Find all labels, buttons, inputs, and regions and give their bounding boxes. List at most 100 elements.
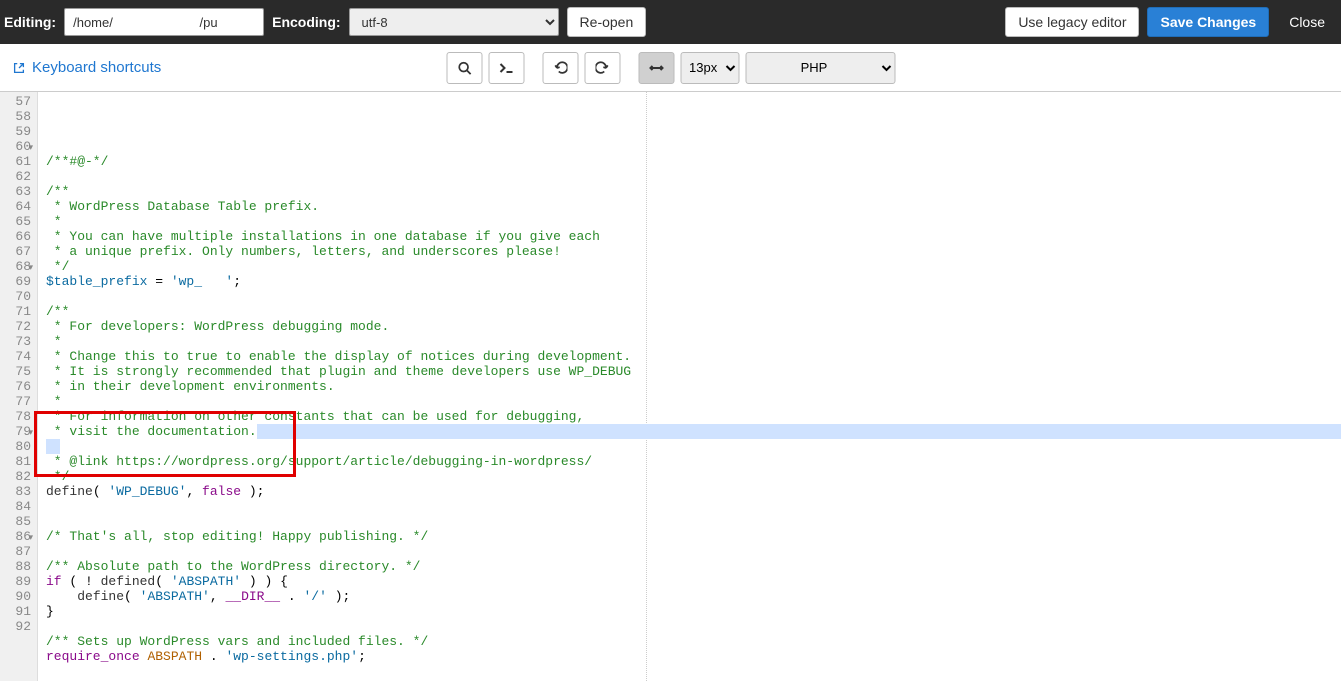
- line-number: 80: [6, 439, 31, 454]
- line-number: 78: [6, 409, 31, 424]
- line-number: 85: [6, 514, 31, 529]
- redo-button[interactable]: [584, 52, 620, 84]
- code-line[interactable]: $table_prefix = 'wp_ ';: [46, 274, 1341, 289]
- code-line[interactable]: * @link https://wordpress.org/support/ar…: [46, 454, 1341, 469]
- line-number: 59: [6, 124, 31, 139]
- undo-icon: [553, 61, 567, 75]
- terminal-button[interactable]: [488, 52, 524, 84]
- line-gutter: 57585960▾6162636465666768▾69707172737475…: [0, 92, 38, 681]
- line-number: 67: [6, 244, 31, 259]
- legacy-editor-button[interactable]: Use legacy editor: [1005, 7, 1139, 37]
- code-line[interactable]: [46, 289, 1341, 304]
- redo-icon: [595, 61, 609, 75]
- line-number: 69: [6, 274, 31, 289]
- line-number: 88: [6, 559, 31, 574]
- editor-tools: 13px PHP: [446, 52, 895, 84]
- print-margin: [646, 92, 647, 681]
- line-number: 72: [6, 319, 31, 334]
- line-number: 61: [6, 154, 31, 169]
- code-line[interactable]: /* That's all, stop editing! Happy publi…: [46, 529, 1341, 544]
- code-line[interactable]: require_once ABSPATH . 'wp-settings.php'…: [46, 649, 1341, 664]
- code-line[interactable]: */: [46, 259, 1341, 274]
- code-line[interactable]: [46, 514, 1341, 529]
- line-number: 71: [6, 304, 31, 319]
- line-number: 81: [6, 454, 31, 469]
- line-number: 86▾: [6, 529, 31, 544]
- code-line[interactable]: [46, 139, 1341, 154]
- code-line[interactable]: *: [46, 334, 1341, 349]
- line-number: 75: [6, 364, 31, 379]
- code-line[interactable]: [46, 544, 1341, 559]
- line-number: 91: [6, 604, 31, 619]
- line-number: 83: [6, 484, 31, 499]
- line-number: 79▾: [6, 424, 31, 439]
- language-select[interactable]: PHP: [745, 52, 895, 84]
- line-number: 76: [6, 379, 31, 394]
- undo-button[interactable]: [542, 52, 578, 84]
- code-line[interactable]: if ( ! defined( 'ABSPATH' ) ) {: [46, 574, 1341, 589]
- line-number: 87: [6, 544, 31, 559]
- line-number: 66: [6, 229, 31, 244]
- line-number: 58: [6, 109, 31, 124]
- code-line[interactable]: * Change this to true to enable the disp…: [46, 349, 1341, 364]
- line-number: 89: [6, 574, 31, 589]
- code-line[interactable]: /**#@-*/: [46, 154, 1341, 169]
- code-line[interactable]: [46, 664, 1341, 679]
- code-line[interactable]: * visit the documentation.: [46, 424, 1341, 439]
- code-line[interactable]: /**: [46, 304, 1341, 319]
- code-line[interactable]: /** Absolute path to the WordPress direc…: [46, 559, 1341, 574]
- code-line[interactable]: * a unique prefix. Only numbers, letters…: [46, 244, 1341, 259]
- topbar: Editing: Encoding: utf-8 Re-open Use leg…: [0, 0, 1341, 44]
- code-line[interactable]: */: [46, 469, 1341, 484]
- secondary-toolbar: Keyboard shortcuts 13px PHP: [0, 44, 1341, 92]
- line-number: 65: [6, 214, 31, 229]
- save-button[interactable]: Save Changes: [1147, 7, 1269, 37]
- code-line[interactable]: * For information on other constants tha…: [46, 409, 1341, 424]
- encoding-label: Encoding:: [272, 14, 340, 30]
- code-line[interactable]: * in their development environments.: [46, 379, 1341, 394]
- terminal-icon: [498, 61, 514, 75]
- line-number: 63: [6, 184, 31, 199]
- code-line[interactable]: [46, 619, 1341, 634]
- reopen-button[interactable]: Re-open: [567, 7, 647, 37]
- search-icon: [457, 61, 471, 75]
- code-line[interactable]: /**: [46, 184, 1341, 199]
- file-path-input[interactable]: [64, 8, 264, 36]
- code-line[interactable]: *: [46, 214, 1341, 229]
- code-line[interactable]: * For developers: WordPress debugging mo…: [46, 319, 1341, 334]
- line-number: 60▾: [6, 139, 31, 154]
- external-link-icon: [12, 61, 26, 75]
- line-number: 77: [6, 394, 31, 409]
- code-line[interactable]: [46, 169, 1341, 184]
- encoding-select[interactable]: utf-8: [349, 8, 559, 36]
- search-button[interactable]: [446, 52, 482, 84]
- code-line[interactable]: *: [46, 439, 1341, 454]
- code-line[interactable]: define( 'ABSPATH', __DIR__ . '/' );: [46, 589, 1341, 604]
- line-number: 73: [6, 334, 31, 349]
- line-number: 92: [6, 619, 31, 634]
- line-number: 70: [6, 289, 31, 304]
- code-line[interactable]: * It is strongly recommended that plugin…: [46, 364, 1341, 379]
- code-line[interactable]: }: [46, 604, 1341, 619]
- code-line[interactable]: * WordPress Database Table prefix.: [46, 199, 1341, 214]
- close-button[interactable]: Close: [1277, 7, 1337, 37]
- line-number: 82: [6, 469, 31, 484]
- line-number: 62: [6, 169, 31, 184]
- wrap-button[interactable]: [638, 52, 674, 84]
- line-number: 57: [6, 94, 31, 109]
- code-line[interactable]: *: [46, 394, 1341, 409]
- line-number: 90: [6, 589, 31, 604]
- code-editor[interactable]: 57585960▾6162636465666768▾69707172737475…: [0, 92, 1341, 681]
- code-line[interactable]: define( 'WP_DEBUG', false );: [46, 484, 1341, 499]
- code-line[interactable]: /** Sets up WordPress vars and included …: [46, 634, 1341, 649]
- font-size-select[interactable]: 13px: [680, 52, 739, 84]
- code-line[interactable]: * You can have multiple installations in…: [46, 229, 1341, 244]
- keyboard-shortcuts-link[interactable]: Keyboard shortcuts: [12, 59, 161, 76]
- line-number: 84: [6, 499, 31, 514]
- code-area[interactable]: /**#@-*/ /** * WordPress Database Table p…: [38, 92, 1341, 681]
- editing-label: Editing:: [4, 14, 56, 30]
- line-number: 68▾: [6, 259, 31, 274]
- code-line[interactable]: [46, 499, 1341, 514]
- line-number: 64: [6, 199, 31, 214]
- wrap-icon: [648, 61, 664, 75]
